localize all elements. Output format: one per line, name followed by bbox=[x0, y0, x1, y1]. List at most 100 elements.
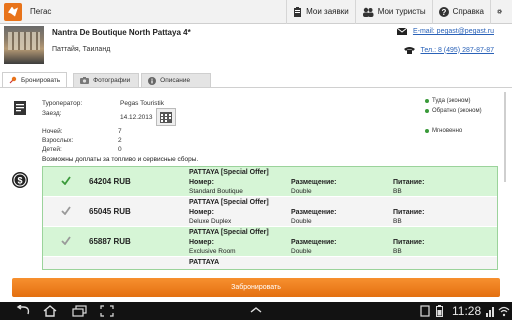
meal-value: BB bbox=[393, 248, 402, 255]
phone-icon bbox=[403, 47, 415, 54]
offer-title: PATTAYA [Special Offer] bbox=[189, 199, 269, 206]
instant-label: Мгновенно bbox=[432, 128, 463, 134]
meal-header: Питание: bbox=[393, 179, 425, 186]
people-icon bbox=[362, 7, 374, 17]
info-icon bbox=[148, 76, 157, 85]
offer-row[interactable]: PATTAYA bbox=[43, 257, 497, 269]
my-tourists-label: Мои туристы bbox=[377, 7, 426, 16]
tab-photos[interactable]: Фотографии bbox=[73, 73, 140, 87]
tab-description[interactable]: Описание bbox=[141, 73, 212, 87]
recent-apps-icon[interactable] bbox=[72, 305, 88, 317]
status-dot-icon bbox=[425, 109, 429, 113]
email-link[interactable]: E-mail: pegast@pegast.ru bbox=[396, 28, 494, 35]
offer-title: PATTAYA [Special Offer] bbox=[189, 169, 269, 176]
flight-back-option: Обратно (эконом) bbox=[425, 108, 482, 114]
booking-details: Туроператор: Pegas Touristik Заезд: 14.1… bbox=[0, 92, 512, 166]
fuel-note: Возможны доплаты за топливо и сервисные … bbox=[42, 156, 199, 163]
status-dot-icon bbox=[425, 99, 429, 103]
arrival-label: Заезд: bbox=[42, 110, 62, 117]
offer-row[interactable]: 64204 RUB PATTAYA [Special Offer] Номер:… bbox=[43, 167, 497, 197]
tab-photos-label: Фотографии bbox=[93, 77, 131, 84]
help-label: Справка bbox=[452, 7, 484, 16]
room-value: Exclusive Room bbox=[189, 248, 236, 255]
meal-header: Питание: bbox=[393, 239, 425, 246]
scrollbar[interactable] bbox=[504, 92, 506, 182]
instant-option: Мгновенно bbox=[425, 128, 462, 134]
nights-value: 7 bbox=[118, 128, 122, 135]
camera-icon bbox=[80, 77, 90, 84]
clipboard-icon bbox=[294, 6, 302, 17]
meal-value: BB bbox=[393, 218, 402, 225]
children-label: Детей: bbox=[42, 146, 62, 153]
book-button[interactable]: Забронировать bbox=[12, 278, 500, 297]
app-title: Пегас bbox=[30, 7, 52, 16]
offers-list: 64204 RUB PATTAYA [Special Offer] Номер:… bbox=[42, 166, 498, 270]
calendar-icon bbox=[160, 111, 172, 123]
flight-back-label: Обратно (эконом) bbox=[432, 108, 482, 114]
tab-bar: Бронировать Фотографии Описание bbox=[0, 72, 512, 88]
room-header: Номер: bbox=[189, 209, 214, 216]
my-tourists-button[interactable]: Мои туристы bbox=[354, 0, 432, 24]
gear-icon bbox=[497, 9, 502, 14]
system-nav-bar: 11:28 bbox=[0, 302, 512, 320]
room-header: Номер: bbox=[189, 179, 214, 186]
operator-label: Туроператор: bbox=[42, 100, 83, 107]
accommodation-value: Double bbox=[291, 248, 312, 255]
accommodation-value: Double bbox=[291, 218, 312, 225]
question-icon: ? bbox=[438, 6, 449, 17]
flight-there-label: Туда (эконом) bbox=[432, 98, 471, 104]
battery-icon bbox=[436, 305, 443, 317]
check-icon bbox=[61, 236, 71, 245]
document-icon bbox=[14, 101, 26, 115]
phone-link[interactable]: Тел.: 8 (495) 287-87-87 bbox=[403, 46, 495, 54]
chevron-up-icon[interactable] bbox=[250, 307, 262, 313]
my-orders-label: Мои заявки bbox=[306, 7, 349, 16]
signal-icon bbox=[486, 307, 494, 317]
home-icon[interactable] bbox=[42, 305, 58, 317]
hotel-location: Паттайя, Таиланд bbox=[52, 46, 111, 53]
hotel-header: Nantra De Boutique North Pattaya 4* Патт… bbox=[0, 24, 512, 72]
tab-book[interactable]: Бронировать bbox=[2, 72, 68, 87]
settings-button[interactable] bbox=[490, 0, 512, 24]
offer-title: PATTAYA [Special Offer] bbox=[189, 229, 269, 236]
accommodation-header: Размещение: bbox=[291, 209, 337, 216]
my-orders-button[interactable]: Мои заявки bbox=[286, 0, 355, 24]
room-header: Номер: bbox=[189, 239, 214, 246]
wifi-icon bbox=[498, 306, 510, 317]
meal-header: Питание: bbox=[393, 209, 425, 216]
svg-text:$: $ bbox=[17, 176, 22, 186]
pin-icon bbox=[9, 76, 17, 84]
clock: 11:28 bbox=[452, 304, 482, 318]
pegas-logo-icon[interactable] bbox=[4, 2, 22, 21]
screenshot-icon[interactable] bbox=[100, 305, 114, 317]
status-dot-icon bbox=[425, 129, 429, 133]
hotel-name: Nantra De Boutique North Pattaya 4* bbox=[52, 28, 191, 37]
phone-text: Тел.: 8 (495) 287-87-87 bbox=[420, 46, 495, 54]
adults-label: Взрослых: bbox=[42, 137, 74, 144]
offer-price: 64204 RUB bbox=[89, 177, 131, 186]
accommodation-header: Размещение: bbox=[291, 239, 337, 246]
room-value: Standard Boutique bbox=[189, 188, 243, 195]
children-value: 0 bbox=[118, 146, 122, 153]
action-bar: Пегас Мои заявки Мои туристы ? Справка bbox=[0, 0, 512, 24]
offer-row[interactable]: 65045 RUB PATTAYA [Special Offer] Номер:… bbox=[43, 197, 497, 227]
room-value: Deluxe Duplex bbox=[189, 218, 232, 225]
meal-value: BB bbox=[393, 188, 402, 195]
nights-label: Ночей: bbox=[42, 128, 63, 135]
email-text: E-mail: pegast@pegast.ru bbox=[412, 28, 494, 35]
date-picker-button[interactable] bbox=[156, 108, 176, 126]
accommodation-value: Double bbox=[291, 188, 312, 195]
accommodation-header: Размещение: bbox=[291, 179, 337, 186]
offer-row[interactable]: 65887 RUB PATTAYA [Special Offer] Номер:… bbox=[43, 227, 497, 257]
offer-title: PATTAYA bbox=[189, 259, 220, 266]
back-icon[interactable] bbox=[14, 305, 32, 316]
offer-price: 65887 RUB bbox=[89, 237, 131, 246]
svg-text:?: ? bbox=[441, 8, 446, 17]
notification-icon bbox=[420, 305, 430, 317]
operator-value: Pegas Touristik bbox=[120, 100, 164, 107]
tab-book-label: Бронировать bbox=[21, 76, 61, 84]
hotel-photo[interactable] bbox=[4, 26, 44, 64]
help-button[interactable]: ? Справка bbox=[431, 0, 490, 24]
tab-description-label: Описание bbox=[160, 77, 191, 84]
arrival-value: 14.12.2013 bbox=[120, 114, 153, 121]
